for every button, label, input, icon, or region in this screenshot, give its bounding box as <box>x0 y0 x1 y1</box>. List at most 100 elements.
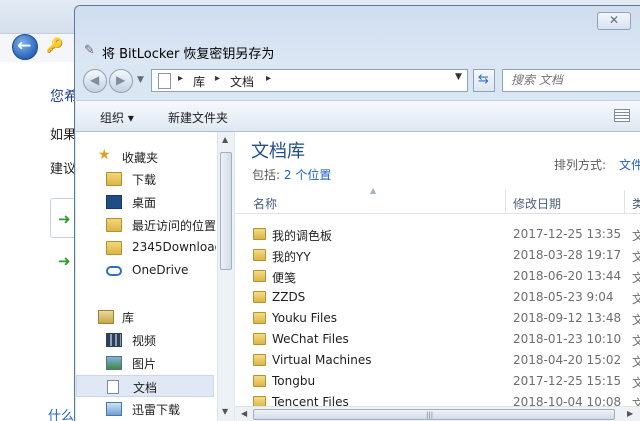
dialog-toolbar: 组织 ▾ 新建文件夹 <box>76 100 640 132</box>
file-list-pane: 文档库 包括: 2 个位置 排列方式: 文件 ▲ 名称 修改日期 类 我的调色板… <box>234 132 640 421</box>
nav-label: 收藏夹 <box>122 151 159 165</box>
column-header-type[interactable]: 类 <box>632 195 640 212</box>
folder-icon <box>253 333 266 345</box>
nav-label: 桌面 <box>132 196 157 210</box>
background-content-area <box>0 62 80 421</box>
file-row[interactable]: 便笺 2018-06-20 13:44 文 <box>235 266 640 287</box>
scroll-thumb[interactable]: ||| <box>253 409 615 420</box>
address-dropdown-icon[interactable]: ▼ <box>455 72 462 82</box>
file-row[interactable]: 我的调色板 2017-12-25 13:35 文 <box>235 224 640 245</box>
file-row[interactable]: Tongbu 2017-12-25 15:15 文 <box>235 371 640 392</box>
new-folder-button[interactable]: 新建文件夹 <box>168 109 228 126</box>
nav-item-2345downloads[interactable]: 2345Downloads <box>76 237 216 259</box>
help-link[interactable]: 什么 <box>48 405 74 421</box>
file-type: 文 <box>632 376 640 390</box>
column-header-name[interactable]: 名称 <box>253 195 277 212</box>
nav-forward-button[interactable]: ▶ <box>109 69 133 93</box>
nav-back-button[interactable]: ◀ <box>83 69 107 93</box>
green-arrow-icon[interactable]: ➜ <box>58 252 71 270</box>
nav-item-documents[interactable]: 文档 <box>76 375 214 397</box>
sort-ascending-icon: ▲ <box>370 186 377 195</box>
nav-item-pictures[interactable]: 图片 <box>76 352 214 374</box>
search-input[interactable] <box>511 73 636 87</box>
file-type: 文 <box>632 292 640 306</box>
nav-label: 最近访问的位置 <box>132 219 216 233</box>
scroll-thumb[interactable] <box>220 152 232 270</box>
back-arrow-icon: ◀ <box>90 73 100 87</box>
arrange-by-dropdown[interactable]: 文件 <box>619 156 640 173</box>
refresh-icon: ⇆ <box>478 72 489 87</box>
file-name: WeChat Files <box>272 332 349 346</box>
file-name: 我的YY <box>272 250 311 264</box>
nav-label: 图片 <box>132 357 157 371</box>
column-header-modified[interactable]: 修改日期 <box>513 195 561 212</box>
nav-favorites[interactable]: ★ 收藏夹 <box>76 146 214 168</box>
file-type: 文 <box>632 250 640 264</box>
star-icon: ★ <box>98 147 111 163</box>
wizard-text-line: 建议 <box>50 162 77 177</box>
chevron-right-icon[interactable]: ▸ <box>178 73 183 84</box>
dialog-titlebar: ✕ ✎ 将 BitLocker 恢复密钥另存为 <box>75 6 640 65</box>
bitlocker-key-icon: 🔑 <box>46 38 64 54</box>
scroll-right-icon[interactable]: ▶ <box>627 409 633 418</box>
scroll-up-icon[interactable]: ▲ <box>222 135 228 144</box>
recent-locations-dropdown-icon[interactable]: ▼ <box>137 75 144 85</box>
file-type: 文 <box>632 313 640 327</box>
file-name: 我的调色板 <box>272 229 333 243</box>
file-type: 文 <box>632 271 640 285</box>
chevron-right-icon[interactable]: ▸ <box>215 73 220 84</box>
includes-label: 包括: <box>252 168 281 182</box>
address-bar[interactable]: ▸ 库 ▸ 文档 ▸ <box>151 69 468 92</box>
file-name: ZZDS <box>272 290 306 304</box>
scroll-left-icon[interactable]: ◀ <box>241 409 247 418</box>
organize-button[interactable]: 组织 ▾ <box>100 109 134 126</box>
grip-icon: ||| <box>426 411 434 419</box>
download-icon <box>106 402 122 416</box>
nav-label: OneDrive <box>132 263 189 277</box>
view-options-icon[interactable] <box>614 109 630 122</box>
nav-label: 文档 <box>133 381 158 395</box>
file-row[interactable]: ZZDS 2018-05-23 9:04 文 <box>235 287 640 308</box>
close-button[interactable]: ✕ <box>597 12 631 30</box>
nav-item-thunder-downloads[interactable]: 迅雷下载 <box>76 398 214 420</box>
column-divider[interactable] <box>624 190 625 214</box>
green-arrow-icon: ➜ <box>58 210 71 228</box>
locations-link[interactable]: 2 个位置 <box>284 168 331 182</box>
file-date: 2018-05-23 9:04 <box>513 290 614 304</box>
arrange-by-label: 排列方式: <box>554 158 607 172</box>
wizard-back-button[interactable]: ← <box>12 34 38 60</box>
file-date: 2018-04-20 15:02 <box>513 353 622 367</box>
search-box[interactable] <box>502 69 640 92</box>
dialog-title: 将 BitLocker 恢复密钥另存为 <box>102 47 275 62</box>
file-type: 文 <box>632 355 640 369</box>
file-row[interactable]: Youku Files 2018-09-12 13:48 文 <box>235 308 640 329</box>
close-icon: ✕ <box>609 13 620 27</box>
file-row[interactable]: WeChat Files 2018-01-23 10:10 文 <box>235 329 640 350</box>
nav-item-videos[interactable]: 视频 <box>76 329 214 351</box>
nav-scrollbar[interactable]: ▲ ▼ <box>217 132 234 421</box>
folder-icon <box>253 354 266 366</box>
refresh-button[interactable]: ⇆ <box>473 69 495 92</box>
nav-item-recent-places[interactable]: 最近访问的位置 <box>76 214 216 236</box>
downloads-folder-icon <box>106 172 122 186</box>
chevron-right-icon[interactable]: ▸ <box>266 73 271 84</box>
file-date: 2017-12-25 13:35 <box>513 227 622 241</box>
nav-libraries[interactable]: 库 <box>76 306 214 328</box>
nav-label: 视频 <box>132 334 157 348</box>
breadcrumb-library[interactable]: 库 <box>193 73 205 90</box>
nav-label: 库 <box>122 311 135 325</box>
file-row[interactable]: 我的YY 2018-03-28 19:17 文 <box>235 245 640 266</box>
nav-item-onedrive[interactable]: OneDrive <box>76 260 214 282</box>
nav-item-downloads[interactable]: 下载 <box>76 168 214 190</box>
scroll-down-icon[interactable]: ▼ <box>222 407 228 416</box>
column-divider[interactable] <box>505 190 506 214</box>
nav-item-desktop[interactable]: 桌面 <box>76 191 214 213</box>
horizontal-scrollbar[interactable]: ◀ ||| ▶ <box>235 406 640 421</box>
folder-icon <box>253 249 266 261</box>
forward-arrow-icon: ▶ <box>116 73 126 87</box>
library-icon <box>98 310 114 324</box>
breadcrumb-documents[interactable]: 文档 <box>230 73 254 90</box>
file-row[interactable]: Virtual Machines 2018-04-20 15:02 文 <box>235 350 640 371</box>
pictures-icon <box>106 356 122 370</box>
file-name: Youku Files <box>272 311 338 325</box>
